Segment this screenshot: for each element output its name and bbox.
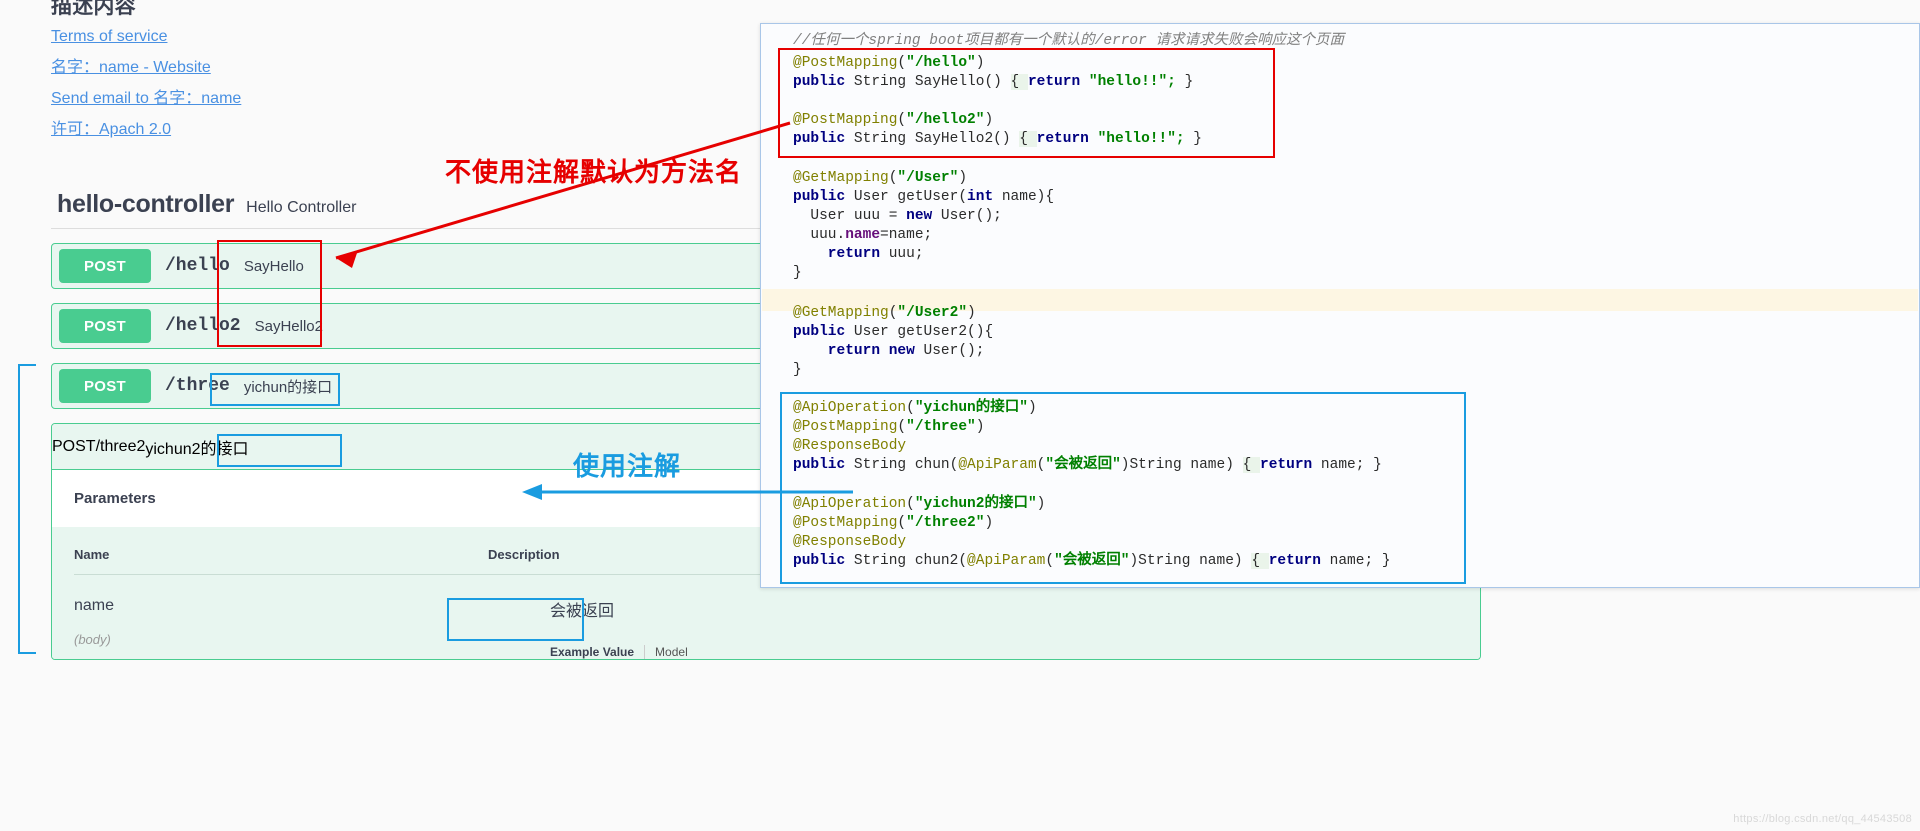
code-keyword: new xyxy=(906,208,933,224)
code-text: User uuu = xyxy=(793,208,907,224)
blue-highlight-box-three-summary xyxy=(210,373,340,406)
http-verb-badge: POST xyxy=(59,369,151,403)
link-contact-email[interactable]: Send email to 名字：name xyxy=(51,88,241,110)
code-line-user2-return: return new User(); xyxy=(793,342,985,361)
red-annotation-label: 不使用注解默认为方法名 xyxy=(445,157,743,187)
code-line-getuser2-signature: public User getUser2(){ xyxy=(793,323,993,342)
parameter-description: 会被返回 xyxy=(550,603,615,620)
code-string: "/User2" xyxy=(897,305,968,321)
code-keyword: int xyxy=(967,189,994,205)
link-license[interactable]: 许可：Apach 2.0 xyxy=(51,119,241,141)
code-signature-tail: name){ xyxy=(993,189,1055,205)
controller-name[interactable]: hello-controller xyxy=(57,190,234,219)
screenshot-root: 描述内容 Terms of service 名字：name - Website … xyxy=(0,0,1920,831)
parameter-name-cell: name (body) xyxy=(74,575,488,660)
column-header-name: Name xyxy=(74,527,488,575)
http-verb-badge: POST xyxy=(59,249,151,283)
operation-path: /three2 xyxy=(95,437,146,455)
link-terms-of-service[interactable]: Terms of service xyxy=(51,26,241,48)
code-keyword: public xyxy=(793,324,846,340)
info-description-title: 描述内容 xyxy=(51,0,136,18)
code-string: "/User" xyxy=(897,170,959,186)
code-keyword: public xyxy=(793,189,846,205)
blue-bracket-annotated-operations xyxy=(18,364,36,654)
code-annotation: @GetMapping xyxy=(793,170,889,186)
link-contact-website[interactable]: 名字：name - Website xyxy=(51,57,241,79)
blue-highlight-box-param-description xyxy=(447,598,584,641)
blue-highlight-box-three2-summary xyxy=(217,434,342,467)
blue-annotation-label: 使用注解 xyxy=(573,451,682,481)
tab-example-value[interactable]: Example Value xyxy=(550,645,646,659)
parameter-location: (body) xyxy=(74,632,111,647)
http-verb-badge: POST xyxy=(59,309,151,343)
code-annotation: @GetMapping xyxy=(793,305,889,321)
code-line-getuser-signature: public User getUser(int name){ xyxy=(793,188,1054,207)
code-line-user-assign: uuu.name=name; xyxy=(793,226,932,245)
controller-description: Hello Controller xyxy=(246,199,357,216)
red-highlight-box-code-hello xyxy=(778,48,1275,158)
http-verb-badge: POST xyxy=(52,437,96,455)
controller-header: hello-controller Hello Controller xyxy=(57,190,356,219)
code-text: =name; xyxy=(880,227,933,243)
code-signature: User getUser2(){ xyxy=(845,324,994,340)
code-keyword: return new xyxy=(793,343,915,359)
parameter-name: name xyxy=(74,597,115,614)
info-links: Terms of service 名字：name - Website Send … xyxy=(51,26,241,150)
code-line-user-close: } xyxy=(793,265,802,281)
code-text: User(); xyxy=(914,343,985,359)
code-text: User(); xyxy=(932,208,1002,224)
code-line-user-return: return uuu; xyxy=(793,245,924,264)
code-line-user-new: User uuu = new User(); xyxy=(793,207,1002,226)
code-text: uuu; xyxy=(880,246,924,262)
code-field: name xyxy=(845,227,881,243)
code-signature: User getUser( xyxy=(845,189,968,205)
tab-model[interactable]: Model xyxy=(645,645,688,659)
code-line-getmapping-user2: @GetMapping("/User2") xyxy=(793,305,976,321)
code-text: uuu. xyxy=(793,227,846,243)
code-keyword: return xyxy=(793,246,881,262)
code-line-user2-close: } xyxy=(793,362,802,378)
blue-highlight-box-code-apioperation xyxy=(780,392,1466,584)
code-line-getmapping-user: @GetMapping("/User") xyxy=(793,170,968,186)
watermark-text: https://blog.csdn.net/qq_44543508 xyxy=(1733,813,1912,825)
example-model-tabs: Example Value Model xyxy=(488,645,1458,659)
red-highlight-box-method-names xyxy=(217,240,322,347)
